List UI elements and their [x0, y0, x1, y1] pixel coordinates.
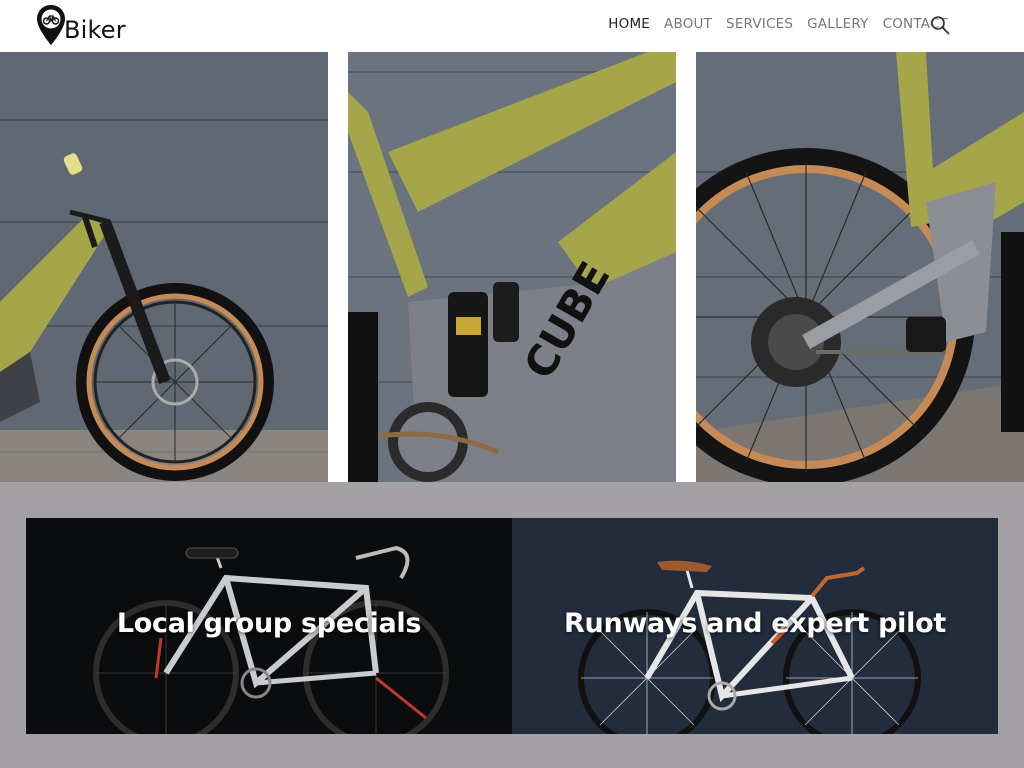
- photo-gallery: CUBE: [0, 52, 1024, 482]
- promo-band: Local group specials Runways and expert …: [0, 482, 1024, 768]
- nav-services[interactable]: SERVICES: [726, 16, 793, 32]
- gallery-photo-rear-wheel[interactable]: [696, 52, 1024, 482]
- bike-location-pin-icon: [37, 5, 65, 45]
- main-nav: HOME ABOUT SERVICES GALLERY CONTACT: [608, 16, 948, 32]
- promo-title: Local group specials: [116, 608, 422, 639]
- promo-card-local-group[interactable]: Local group specials: [26, 518, 512, 734]
- promo-title: Runways and expert pilot: [564, 608, 946, 639]
- nav-about[interactable]: ABOUT: [664, 16, 712, 32]
- nav-home[interactable]: HOME: [608, 16, 650, 32]
- gallery-photo-frame-shock[interactable]: CUBE: [348, 52, 676, 482]
- gallery-photo-front-wheel[interactable]: [0, 52, 328, 482]
- search-icon[interactable]: [930, 15, 950, 35]
- brand-name: Biker: [64, 16, 126, 44]
- brand-logo[interactable]: Biker: [36, 4, 126, 46]
- promo-card-runways[interactable]: Runways and expert pilot: [512, 518, 998, 734]
- nav-gallery[interactable]: GALLERY: [807, 16, 868, 32]
- site-header: Biker HOME ABOUT SERVICES GALLERY CONTAC…: [0, 0, 1024, 52]
